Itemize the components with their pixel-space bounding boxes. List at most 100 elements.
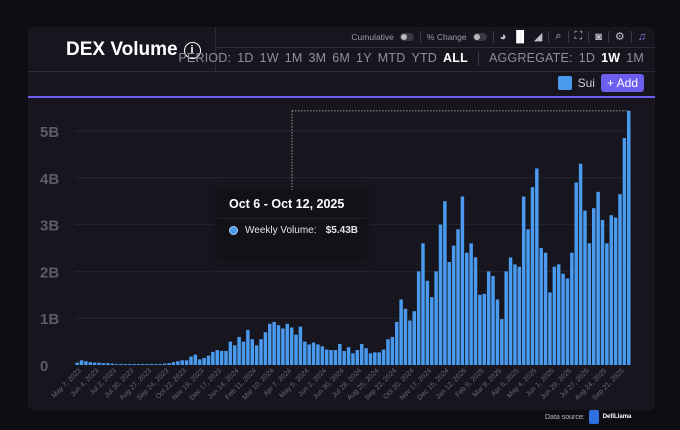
bar [412,311,416,365]
defillama-logo-icon [588,410,599,424]
bar [241,341,246,365]
bar [447,262,452,365]
bar [215,350,219,365]
bar [425,280,430,365]
y-tick-label: 0 [40,358,48,375]
y-tick-label: 3B [40,218,59,235]
bar [517,266,522,365]
tooltip-value: $5.43B [325,225,358,236]
tooltip-title: Oct 6 - Oct 12, 2025 [229,197,345,211]
bar [438,224,443,365]
bar [565,278,570,365]
bar [430,297,434,365]
bar [535,168,539,365]
bar [526,229,530,365]
bar [521,196,526,365]
bar [254,345,259,365]
tooltip: Oct 6 - Oct 12, 2025 Weekly Volume: $5.4… [218,190,366,256]
y-tick-label: 2B [40,264,59,281]
bar [543,252,548,365]
bar [106,363,110,365]
bar [224,350,228,365]
bar [294,334,298,365]
bar [364,348,368,365]
bar [162,363,167,365]
bar [399,299,403,365]
bar [202,357,206,365]
bar [189,356,193,365]
bar [136,364,141,365]
bar [346,347,351,365]
bar [101,363,106,365]
bar [570,252,574,365]
bar [228,341,233,365]
bar [556,264,561,365]
bar [88,362,93,365]
tooltip-label: Weekly Volume: [245,225,317,236]
bar [478,294,482,365]
bar [272,321,276,365]
bar [158,364,163,365]
bar [539,248,543,365]
bar [180,360,184,365]
bar [421,243,425,365]
bar [123,364,128,365]
bar [403,308,408,365]
bar [132,364,136,365]
bar [394,321,399,365]
bar [333,350,338,365]
bar [303,341,307,365]
bar [246,329,250,365]
bar [342,350,346,365]
bar [381,349,386,365]
bar [114,364,119,365]
divider [218,218,366,219]
bar [530,187,535,365]
bar [184,360,189,365]
bar [167,363,171,365]
bar [600,219,605,365]
bar [456,229,460,365]
bar [263,332,268,365]
bar [127,364,132,365]
y-tick-label: 5B [40,124,59,141]
bar [368,353,373,365]
bar [237,336,241,365]
bar [622,138,627,365]
bar [193,354,198,365]
bar [250,339,254,365]
series-dot-icon [229,226,238,235]
bar [574,182,578,365]
bar [465,252,469,365]
bar [176,361,180,365]
bar [141,364,145,365]
tooltip-row: Weekly Volume: $5.43B [229,225,358,236]
bar [233,345,237,365]
data-source-brand[interactable]: DefiLlama [603,414,632,420]
bar [289,327,294,365]
bar [561,273,565,365]
bar [110,363,114,365]
bar [548,292,552,365]
bar [145,364,149,365]
bar [508,257,513,365]
bar [355,350,360,365]
bar [75,362,79,365]
bar [359,343,364,365]
bar [92,362,97,365]
bar [473,257,478,365]
bar [149,364,154,365]
bar [298,326,303,365]
bar [495,299,500,365]
bar [443,201,447,365]
bar [119,364,123,365]
bar [460,196,465,365]
bar [451,245,456,365]
x-tick-label: Sep 21, 2025 [591,367,625,401]
bar [627,110,631,365]
bar [591,208,596,365]
bar [390,336,395,365]
bar [500,319,504,365]
bar [513,264,517,365]
bar [324,349,329,365]
